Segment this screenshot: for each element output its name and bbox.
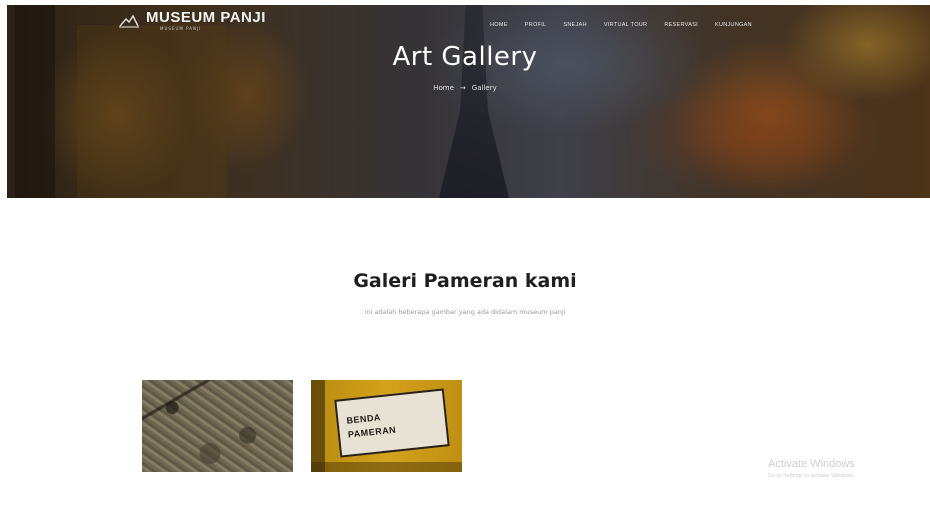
exhibit-sign: BENDA PAMERAN bbox=[334, 388, 450, 458]
section-subtitle: ini adalah beberapa gambar yang ada dida… bbox=[364, 308, 566, 316]
windows-activation-watermark: Activate Windows Go to Settings to activ… bbox=[768, 458, 855, 479]
gallery-image-stone-relief[interactable] bbox=[142, 380, 293, 472]
hero-banner bbox=[7, 5, 930, 198]
site-logo[interactable]: MUSEUM PANJI MUSEUM PANJI bbox=[118, 10, 266, 32]
nav-kunjungan[interactable]: KUNJUNGAN bbox=[715, 22, 752, 28]
breadcrumb-arrow-icon: → bbox=[459, 84, 466, 92]
nav-home[interactable]: HOME bbox=[490, 22, 508, 28]
breadcrumb-home[interactable]: Home bbox=[433, 84, 454, 92]
nav-profil[interactable]: PROFIL bbox=[525, 22, 547, 28]
logo-title: MUSEUM PANJI bbox=[146, 9, 266, 26]
sign-backdrop bbox=[311, 380, 325, 472]
watermark-subtitle: Go to Settings to activate Windows. bbox=[768, 473, 855, 479]
sign-shelf bbox=[311, 462, 462, 472]
breadcrumb: Home → Gallery bbox=[0, 84, 930, 92]
logo-emblem-icon bbox=[118, 13, 140, 29]
page-title: Art Gallery bbox=[392, 42, 538, 72]
nav-sejarah[interactable]: SNEJAH bbox=[563, 22, 587, 28]
main-nav: HOME PROFIL SNEJAH VIRTUAL TOUR RESERVAS… bbox=[490, 22, 769, 28]
nav-virtual-tour[interactable]: VIRTUAL TOUR bbox=[604, 22, 647, 28]
hero-overlay bbox=[7, 5, 930, 198]
stone-texture bbox=[142, 380, 293, 472]
logo-tagline: MUSEUM PANJI bbox=[160, 26, 202, 31]
section-title: Galeri Pameran kami bbox=[353, 270, 577, 292]
watermark-title: Activate Windows bbox=[768, 458, 855, 470]
gallery-image-sign[interactable]: BENDA PAMERAN bbox=[311, 380, 462, 472]
nav-reservasi[interactable]: RESERVASI bbox=[664, 22, 698, 28]
breadcrumb-current: Gallery bbox=[471, 84, 497, 92]
